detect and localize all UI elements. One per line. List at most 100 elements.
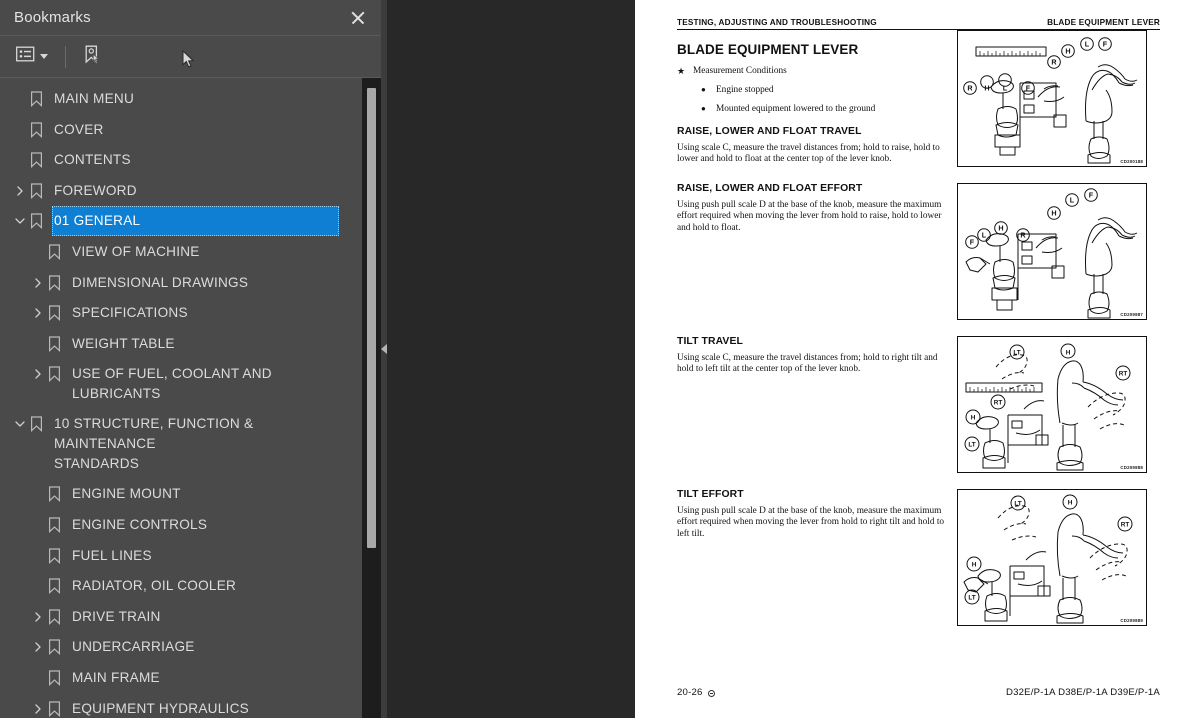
- intro-text-column: BLADE EQUIPMENT LEVER ★ Measurement Cond…: [677, 30, 957, 167]
- chevron-right-icon[interactable]: [30, 694, 46, 718]
- svg-text:H: H: [1066, 349, 1071, 356]
- figure-id: CD209889: [1120, 618, 1143, 623]
- bookmark-item-label: FUEL LINES: [72, 547, 152, 563]
- chevron-right-icon[interactable]: [30, 602, 46, 632]
- bookmark-item-label: DIMENSIONAL DRAWINGS: [72, 274, 249, 290]
- bookmark-item-equipment-hydraulics[interactable]: EQUIPMENT HYDRAULICS: [0, 694, 381, 718]
- bookmark-item-label: MAIN MENU: [54, 91, 135, 106]
- bookmark-item-label: DRIVE TRAIN: [72, 608, 161, 624]
- bookmark-icon: [46, 510, 62, 540]
- bookmark-item-foreword[interactable]: FOREWORD: [0, 176, 381, 207]
- bookmark-item-label: RADIATOR, OIL COOLER: [72, 578, 237, 594]
- bookmark-icon: [46, 268, 62, 298]
- bookmark-item-engine-controls[interactable]: ENGINE CONTROLS: [0, 510, 381, 541]
- bookmark-list-options-button[interactable]: [14, 43, 50, 70]
- figure-id: CD209887: [1120, 312, 1143, 317]
- bookmark-icon: [28, 145, 44, 175]
- bookmark-item-drive-train[interactable]: DRIVE TRAIN: [0, 602, 381, 633]
- bookmark-item-undercarriage[interactable]: UNDERCARRIAGE: [0, 632, 381, 663]
- bookmark-item-10-structure-function-maintenance-standards[interactable]: 10 STRUCTURE, FUNCTION & MAINTENANCE STA…: [0, 409, 381, 479]
- chevron-right-icon[interactable]: [30, 268, 46, 298]
- bookmark-item-label: COVER: [54, 121, 104, 137]
- bookmark-item-label: SPECIFICATIONS: [72, 305, 188, 321]
- bookmark-icon: [28, 84, 44, 114]
- bookmark-item-weight-table[interactable]: WEIGHT TABLE: [0, 329, 381, 360]
- measurement-conditions-row: ★ Measurement Conditions: [677, 65, 957, 77]
- bookmark-item-fuel-lines[interactable]: FUEL LINES: [0, 541, 381, 572]
- bookmark-icon: [46, 479, 62, 509]
- bookmark-item-view-of-machine[interactable]: VIEW OF MACHINE: [0, 237, 381, 268]
- circled-mark-icon: [707, 690, 715, 697]
- close-icon[interactable]: [347, 7, 369, 29]
- bookmark-item-01-general[interactable]: 01 GENERAL: [0, 206, 381, 237]
- footer-page-number: 20-26: [677, 687, 703, 698]
- chevron-down-icon: [40, 54, 48, 59]
- chevron-down-icon[interactable]: [12, 409, 28, 439]
- bookmark-item-contents[interactable]: CONTENTS: [0, 145, 381, 176]
- bookmark-icon: [46, 329, 62, 359]
- svg-text:H: H: [1065, 47, 1070, 56]
- condition-item: ● Engine stopped: [701, 84, 957, 96]
- section-heading: TILT EFFORT: [677, 489, 744, 500]
- svg-text:H: H: [998, 224, 1003, 233]
- bookmark-item-label: MAIN FRAME: [72, 669, 160, 685]
- section-heading: RAISE, LOWER AND FLOAT TRAVEL: [677, 126, 862, 137]
- figure-lever-tilt-travel: LT H RT RT H LT CD209888: [957, 336, 1147, 473]
- bookmark-icon: [46, 694, 62, 718]
- section-text-column: TILT EFFORT Using push pull scale D at t…: [677, 489, 957, 626]
- svg-text:H: H: [971, 414, 976, 421]
- chevron-right-icon[interactable]: [30, 298, 46, 328]
- figure-lever-raise-lower-float-effort: F L H R H L F CD209887: [957, 183, 1147, 320]
- svg-text:H: H: [1068, 499, 1073, 506]
- svg-text:H: H: [972, 561, 977, 568]
- bookmark-item-label: UNDERCARRIAGE: [72, 639, 195, 655]
- new-bookmark-button[interactable]: [81, 42, 103, 72]
- bookmark-icon: [46, 359, 62, 389]
- svg-text:L: L: [1003, 84, 1008, 93]
- bookmark-item-label: 10 STRUCTURE, FUNCTION & MAINTENANCE STA…: [54, 416, 254, 472]
- bookmark-icon: [46, 298, 62, 328]
- condition-text: Mounted equipment lowered to the ground: [716, 104, 876, 114]
- bookmark-item-label: USE OF FUEL, COOLANT AND LUBRICANTS: [72, 366, 276, 402]
- bookmark-item-engine-mount[interactable]: ENGINE MOUNT: [0, 479, 381, 510]
- section-heading: RAISE, LOWER AND FLOAT EFFORT: [677, 183, 863, 194]
- bookmark-item-main-menu[interactable]: MAIN MENU: [0, 84, 381, 115]
- svg-text:L: L: [1085, 40, 1090, 49]
- bookmarks-panel: Bookmarks MAIN MENU COVER CONTENTS FOREW…: [0, 0, 381, 718]
- star-bullet-icon: ★: [677, 66, 686, 76]
- sidebar-scrollbar-track[interactable]: [362, 78, 381, 718]
- chevron-right-icon[interactable]: [30, 632, 46, 662]
- sidebar-scrollbar-thumb[interactable]: [367, 88, 376, 548]
- section-body: Using push pull scale D at the base of t…: [677, 200, 942, 233]
- chevron-right-icon[interactable]: [30, 359, 46, 389]
- bookmark-item-cover[interactable]: COVER: [0, 115, 381, 146]
- footer-page-number-group: 20-26: [677, 687, 715, 698]
- bookmark-icon: [46, 663, 62, 693]
- bookmark-item-label: FOREWORD: [54, 182, 137, 198]
- chevron-right-icon[interactable]: [12, 176, 28, 206]
- svg-text:R: R: [1020, 231, 1026, 240]
- measurement-conditions-label: Measurement Conditions: [693, 66, 787, 76]
- bookmark-item-main-frame[interactable]: MAIN FRAME: [0, 663, 381, 694]
- chevron-down-icon[interactable]: [12, 206, 28, 236]
- bookmark-item-dimensional-drawings[interactable]: DIMENSIONAL DRAWINGS: [0, 268, 381, 299]
- bookmark-item-specifications[interactable]: SPECIFICATIONS: [0, 298, 381, 329]
- bookmark-icon: [28, 176, 44, 206]
- bookmark-icon: [46, 571, 62, 601]
- dot-bullet-icon: ●: [701, 104, 706, 113]
- bookmark-icon: [46, 237, 62, 267]
- bookmark-item-use-of-fuel-coolant-and-lubricants[interactable]: USE OF FUEL, COOLANT AND LUBRICANTS: [0, 359, 381, 409]
- bookmark-item-label: CONTENTS: [54, 152, 131, 168]
- toolbar-divider: [65, 45, 66, 68]
- bookmark-icon: [46, 541, 62, 571]
- bookmark-item-radiator-oil-cooler[interactable]: RADIATOR, OIL COOLER: [0, 571, 381, 602]
- section-body: Using scale C, measure the travel distan…: [677, 143, 940, 165]
- bookmarks-tree[interactable]: MAIN MENU COVER CONTENTS FOREWORD 01 GENERAL…: [0, 78, 381, 718]
- svg-text:LT: LT: [1013, 349, 1020, 356]
- bookmark-icon: [28, 409, 44, 439]
